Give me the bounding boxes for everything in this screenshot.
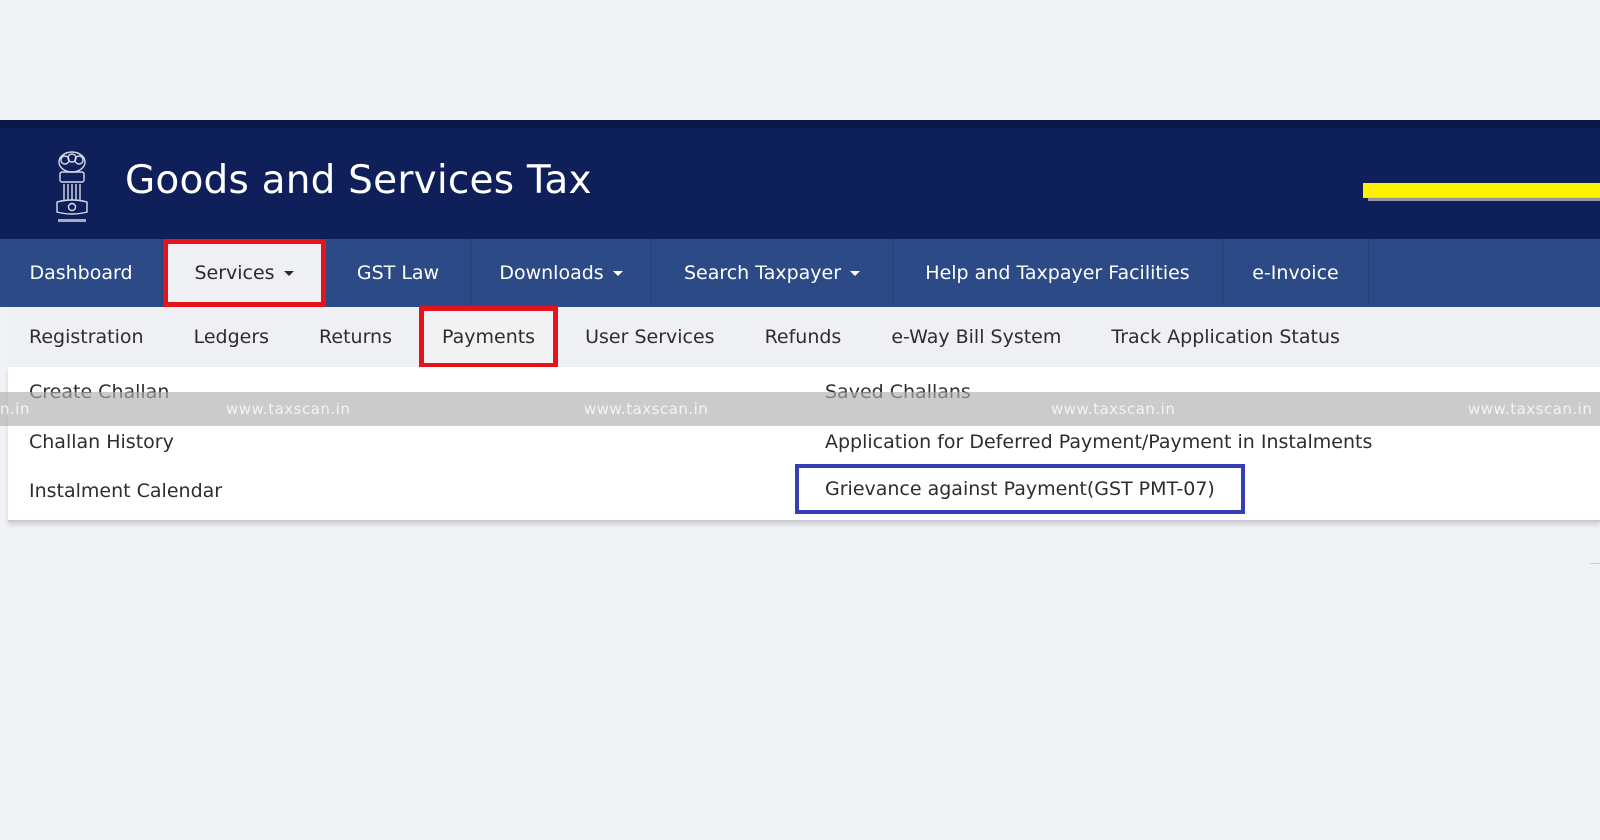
nav-e-invoice[interactable]: e-Invoice <box>1223 239 1369 307</box>
subnav-track-status-label: Track Application Status <box>1111 326 1340 348</box>
site-title: Goods and Services Tax <box>125 158 592 203</box>
chevron-down-icon <box>850 270 861 276</box>
nav-services-label: Services <box>194 262 275 284</box>
nav-search-taxpayer-label: Search Taxpayer <box>683 262 842 284</box>
subnav-returns[interactable]: Returns <box>319 307 392 367</box>
subnav-user-services-label: User Services <box>585 326 715 348</box>
nav-dashboard-label: Dashboard <box>29 262 133 284</box>
page-edge-divider <box>1590 522 1600 564</box>
subnav-registration-label: Registration <box>29 326 144 348</box>
menu-item-create-challan[interactable]: Create Challan <box>29 381 169 403</box>
highlight-banner <box>1363 183 1600 198</box>
subnav-track-application-status[interactable]: Track Application Status <box>1111 307 1340 367</box>
services-subnav: Registration Ledgers Returns Payments Us… <box>8 306 1600 368</box>
nav-help-taxpayer-facilities[interactable]: Help and Taxpayer Facilities <box>893 239 1223 307</box>
subnav-eway-bill[interactable]: e-Way Bill System <box>891 307 1061 367</box>
chevron-down-icon <box>283 270 294 276</box>
menu-item-instalment-calendar[interactable]: Instalment Calendar <box>29 480 222 502</box>
nav-search-taxpayer[interactable]: Search Taxpayer <box>652 239 893 307</box>
nav-services[interactable]: Services <box>163 239 326 307</box>
site-header: Goods and Services Tax <box>0 120 1600 239</box>
subnav-refunds-label: Refunds <box>764 326 842 348</box>
highlight-banner-shadow <box>1368 197 1600 201</box>
subnav-payments-label: Payments <box>442 326 536 348</box>
menu-item-grievance-against-payment[interactable]: Grievance against Payment(GST PMT-07) <box>795 464 1245 514</box>
payments-dropdown-menu: Create Challan Challan History Instalmen… <box>8 367 1600 522</box>
subnav-user-services[interactable]: User Services <box>585 307 714 367</box>
menu-item-challan-history[interactable]: Challan History <box>29 431 174 453</box>
menu-item-deferred-payment-application[interactable]: Application for Deferred Payment/Payment… <box>825 431 1372 453</box>
nav-help-label: Help and Taxpayer Facilities <box>925 262 1190 284</box>
nav-gst-law[interactable]: GST Law <box>326 239 471 307</box>
menu-item-saved-challans[interactable]: Saved Challans <box>825 381 971 403</box>
nav-downloads[interactable]: Downloads <box>471 239 652 307</box>
nav-gst-law-label: GST Law <box>356 262 440 284</box>
subnav-ledgers[interactable]: Ledgers <box>194 307 269 367</box>
subnav-refunds[interactable]: Refunds <box>765 307 842 367</box>
main-navigation: Dashboard Services GST Law Downloads Sea… <box>0 239 1600 307</box>
subnav-ledgers-label: Ledgers <box>193 326 270 348</box>
nav-e-invoice-label: e-Invoice <box>1252 262 1339 284</box>
subnav-returns-label: Returns <box>319 326 392 348</box>
nav-downloads-label: Downloads <box>499 262 604 284</box>
subnav-registration[interactable]: Registration <box>29 307 144 367</box>
chevron-down-icon <box>612 270 623 276</box>
subnav-payments[interactable]: Payments <box>418 306 559 368</box>
nav-dashboard[interactable]: Dashboard <box>0 239 163 307</box>
subnav-eway-bill-label: e-Way Bill System <box>891 326 1062 348</box>
national-emblem-icon <box>56 151 88 222</box>
